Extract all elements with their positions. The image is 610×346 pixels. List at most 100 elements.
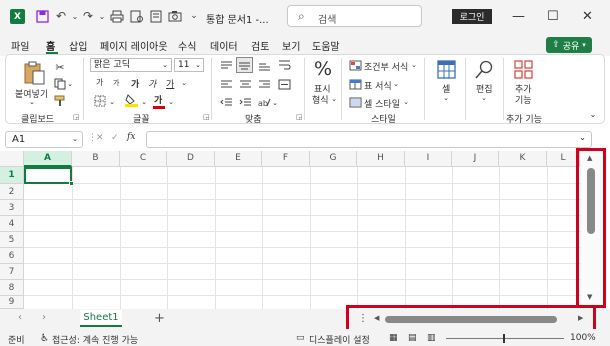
tab-insert[interactable]: 삽입 — [69, 38, 87, 53]
row-header[interactable]: 2 — [0, 184, 24, 200]
merge-center-icon[interactable] — [276, 77, 292, 91]
tab-view[interactable]: 보기 — [282, 38, 300, 53]
login-button[interactable]: 로그인 — [452, 9, 492, 24]
select-all-corner[interactable] — [0, 151, 24, 167]
chevron-down-icon[interactable]: ⌄ — [410, 60, 418, 70]
paste-icon[interactable] — [21, 60, 47, 86]
add-ins-icon[interactable] — [513, 59, 533, 79]
cancel-icon[interactable]: ✕ — [96, 133, 104, 143]
fill-color-dropdown-icon[interactable]: ⌄ — [140, 96, 148, 108]
format-table-label[interactable]: 표 서식 — [364, 79, 392, 92]
font-color-dropdown-icon[interactable]: ⌄ — [167, 96, 175, 108]
format-painter-icon[interactable] — [53, 94, 67, 108]
orientation-icon[interactable]: ab — [256, 95, 272, 109]
align-center-icon[interactable] — [237, 77, 253, 91]
font-size-select[interactable]: 11 ⌄ — [174, 58, 204, 72]
camera-icon[interactable] — [167, 8, 183, 24]
font-launcher-icon[interactable]: ◲ — [203, 113, 210, 121]
row-header[interactable]: 4 — [0, 216, 24, 232]
normal-view-icon[interactable]: ▦ — [389, 333, 398, 343]
alignment-launcher-icon[interactable]: ◲ — [296, 113, 303, 121]
sheet-tab[interactable]: Sheet1 — [80, 310, 122, 327]
italic-button[interactable]: 가 — [148, 77, 156, 90]
column-header[interactable]: K — [499, 151, 547, 167]
cell-style-label[interactable]: 셀 스타일 — [364, 97, 400, 110]
tab-data[interactable]: 데이터 — [210, 38, 238, 53]
increase-font-button[interactable]: 가 — [96, 77, 103, 88]
decrease-indent-icon[interactable] — [218, 95, 234, 109]
cut-icon[interactable]: ✂ — [53, 60, 67, 74]
table-row[interactable] — [24, 184, 580, 200]
paste-dropdown-icon[interactable]: ⌄ — [29, 98, 35, 106]
copy-dropdown-icon[interactable]: ⌄ — [66, 79, 74, 89]
table-row[interactable] — [24, 216, 580, 232]
cells-icon[interactable] — [436, 59, 456, 79]
add-ins-label-2[interactable]: 기능 — [515, 93, 532, 106]
name-box[interactable]: A1 ⌄ — [5, 131, 83, 148]
align-right-icon[interactable] — [256, 77, 272, 91]
align-middle-icon[interactable] — [236, 57, 253, 73]
column-header[interactable]: D — [167, 151, 215, 167]
insert-function-button[interactable]: fx — [127, 132, 135, 142]
formula-input[interactable]: ⌄ — [146, 131, 592, 148]
display-settings-button[interactable]: 디스플레이 설정 — [309, 333, 370, 346]
number-format-dropdown-icon[interactable]: ⌄ — [330, 93, 338, 105]
redo-dropdown-icon[interactable]: ⌄ — [94, 8, 110, 24]
save-icon[interactable] — [34, 8, 50, 24]
tab-review[interactable]: 검토 — [251, 38, 269, 53]
align-left-icon[interactable] — [218, 77, 234, 91]
table-row[interactable] — [24, 248, 580, 264]
borders-icon[interactable] — [93, 94, 107, 108]
row-header[interactable]: 1 — [0, 167, 24, 184]
tab-help[interactable]: 도움말 — [312, 38, 340, 53]
tab-page-layout[interactable]: 페이지 레이아웃 — [100, 38, 168, 53]
column-header[interactable]: C — [120, 151, 167, 167]
underline-button[interactable]: 가 — [166, 77, 174, 90]
search-icon[interactable] — [474, 59, 494, 79]
column-header[interactable]: F — [262, 151, 310, 167]
search-input[interactable]: ⌕ 검색 — [287, 5, 422, 27]
zoom-level[interactable]: 100% — [570, 333, 596, 343]
table-row[interactable] — [24, 264, 580, 280]
row-header[interactable]: 7 — [0, 264, 24, 280]
page-layout-view-icon[interactable]: ▤ — [408, 333, 417, 343]
table-row[interactable] — [24, 200, 580, 216]
next-sheet-icon[interactable]: › — [42, 312, 46, 323]
cell-style-icon[interactable] — [348, 96, 362, 108]
borders-dropdown-icon[interactable]: ⌄ — [108, 96, 116, 108]
conditional-format-icon[interactable] — [348, 59, 362, 71]
column-header[interactable]: G — [310, 151, 357, 167]
percent-icon[interactable]: % — [314, 58, 332, 80]
fill-handle[interactable] — [69, 181, 74, 186]
underline-dropdown-icon[interactable]: ⌄ — [180, 77, 188, 89]
chevron-down-icon[interactable]: ⌄ — [402, 97, 410, 107]
add-sheet-button[interactable]: + — [154, 311, 165, 326]
table-row[interactable] — [24, 167, 580, 184]
share-button[interactable]: ⇪ 공유 ▾ — [546, 37, 592, 53]
tab-home[interactable]: 홈 — [46, 38, 55, 53]
number-format-label-2[interactable]: 형식 — [312, 93, 329, 106]
close-icon[interactable]: ✕ — [582, 9, 593, 24]
wrap-text-icon[interactable] — [276, 58, 292, 72]
clipboard-launcher-icon[interactable]: ◲ — [73, 113, 80, 121]
row-header[interactable]: 8 — [0, 280, 24, 296]
conditional-format-label[interactable]: 조건부 서식 — [364, 60, 408, 73]
collapse-ribbon-icon[interactable]: ⌄ — [588, 109, 598, 119]
print-preview-icon[interactable] — [129, 8, 145, 24]
minimize-icon[interactable]: — — [512, 9, 525, 24]
column-header[interactable]: A — [24, 151, 72, 167]
column-header[interactable]: E — [215, 151, 262, 167]
align-top-icon[interactable] — [218, 58, 234, 72]
format-table-icon[interactable] — [348, 78, 362, 90]
more-icon[interactable]: ⌄ — [186, 8, 202, 24]
decrease-font-button[interactable]: 가 — [113, 78, 119, 88]
copy-icon[interactable] — [53, 77, 67, 91]
tab-file[interactable]: 파일 — [11, 38, 29, 53]
column-header[interactable]: J — [452, 151, 499, 167]
row-header[interactable]: 6 — [0, 248, 24, 264]
maximize-icon[interactable]: ☐ — [547, 9, 559, 24]
row-header[interactable]: 9 — [0, 296, 24, 309]
previous-sheet-icon[interactable]: ‹ — [18, 312, 22, 323]
column-header[interactable]: I — [405, 151, 452, 167]
bold-button[interactable]: 가 — [131, 77, 139, 90]
